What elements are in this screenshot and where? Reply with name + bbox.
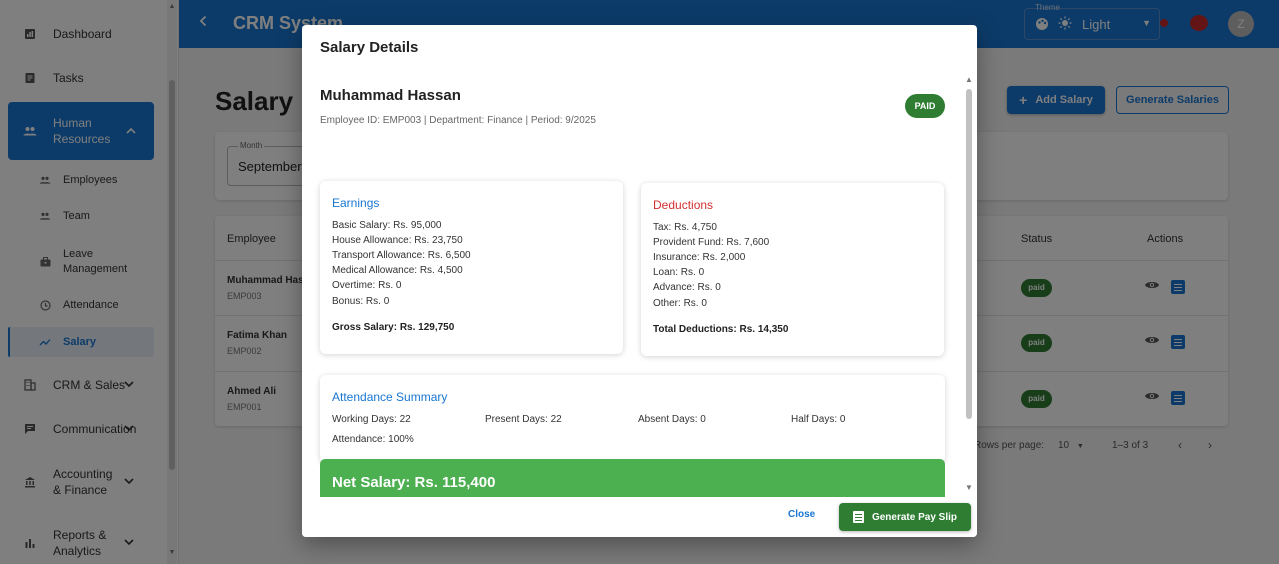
attendance-heading: Attendance Summary [332, 390, 448, 404]
dialog-scrollbar[interactable]: ▲ ▼ [964, 75, 974, 495]
deductions-line: Tax: Rs. 4,750 [653, 222, 717, 233]
attendance-card: Attendance Summary Working Days: 22 Pres… [320, 375, 945, 463]
absent-days: Absent Days: 0 [638, 414, 706, 425]
total-deductions: Total Deductions: Rs. 14,350 [653, 324, 789, 335]
earnings-line: Bonus: Rs. 0 [332, 296, 390, 307]
deductions-line: Insurance: Rs. 2,000 [653, 252, 746, 263]
present-days: Present Days: 22 [485, 414, 562, 425]
close-button[interactable]: Close [788, 509, 815, 520]
half-days: Half Days: 0 [791, 414, 846, 425]
deductions-line: Other: Rs. 0 [653, 298, 707, 309]
deductions-card: Deductions Tax: Rs. 4,750 Provident Fund… [641, 183, 944, 356]
attendance-percentage: Attendance: 100% [332, 434, 414, 445]
employee-meta: Employee ID: EMP003 | Department: Financ… [320, 115, 596, 126]
deductions-line: Loan: Rs. 0 [653, 267, 705, 278]
net-salary-banner: Net Salary: Rs. 115,400 [320, 459, 945, 497]
generate-pay-slip-button[interactable]: Generate Pay Slip [839, 503, 971, 531]
dialog-title: Salary Details [320, 39, 419, 56]
deductions-line: Advance: Rs. 0 [653, 282, 721, 293]
generate-pay-slip-label: Generate Pay Slip [871, 511, 958, 523]
gross-salary: Gross Salary: Rs. 129,750 [332, 322, 455, 333]
employee-name: Muhammad Hassan [320, 87, 461, 104]
deductions-heading: Deductions [653, 198, 714, 212]
status-badge: PAID [905, 94, 945, 118]
deductions-line: Provident Fund: Rs. 7,600 [653, 237, 770, 248]
scroll-down-icon[interactable]: ▼ [965, 483, 973, 492]
dialog-content: Muhammad Hassan Employee ID: EMP003 | De… [302, 71, 977, 497]
earnings-line: Basic Salary: Rs. 95,000 [332, 220, 442, 231]
document-icon [852, 511, 864, 523]
scroll-up-icon[interactable]: ▲ [965, 75, 973, 84]
earnings-card: Earnings Basic Salary: Rs. 95,000 House … [320, 181, 623, 354]
earnings-line: Transport Allowance: Rs. 6,500 [332, 250, 471, 261]
dialog-actions: Close Generate Pay Slip [302, 497, 977, 537]
earnings-line: House Allowance: Rs. 23,750 [332, 235, 463, 246]
net-salary: Net Salary: Rs. 115,400 [332, 474, 496, 491]
salary-details-dialog: Salary Details Muhammad Hassan Employee … [302, 25, 977, 537]
earnings-line: Overtime: Rs. 0 [332, 280, 402, 291]
earnings-heading: Earnings [332, 196, 380, 210]
working-days: Working Days: 22 [332, 414, 411, 425]
scrollbar-thumb[interactable] [966, 89, 972, 419]
earnings-line: Medical Allowance: Rs. 4,500 [332, 265, 463, 276]
